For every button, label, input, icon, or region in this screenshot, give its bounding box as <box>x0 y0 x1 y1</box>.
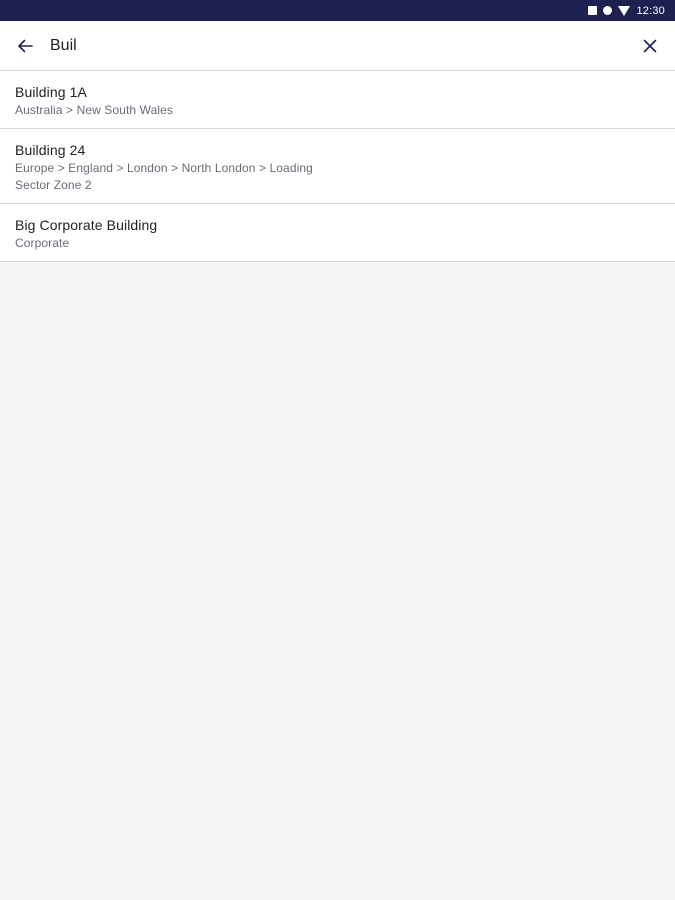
clear-button[interactable] <box>625 21 675 71</box>
search-input[interactable] <box>50 30 625 61</box>
status-time: 12:30 <box>636 4 665 17</box>
result-title: Building 1A <box>15 84 87 100</box>
close-icon <box>643 39 657 52</box>
result-item-building-1a[interactable]: Building 1A Australia > New South Wales <box>0 71 675 129</box>
result-location: Corporate <box>15 236 70 250</box>
circle-icon <box>603 6 613 15</box>
result-title: Big Corporate Building <box>15 217 158 233</box>
back-button[interactable] <box>0 21 50 71</box>
arrow-left-icon <box>18 39 33 52</box>
result-title: Building 24 <box>15 142 86 158</box>
result-location: Europe > England > London > North London… <box>15 161 313 175</box>
result-location-detail: Sector Zone 2 <box>15 178 92 192</box>
result-item-big-corporate-building[interactable]: Big Corporate Building Corporate <box>0 204 675 262</box>
result-location: Australia > New South Wales <box>15 103 173 117</box>
results-list: Building 1A Australia > New South Wales … <box>0 71 675 262</box>
status-bar: 12:30 <box>0 0 675 21</box>
search-bar <box>0 21 675 71</box>
square-icon <box>588 6 598 15</box>
wifi-icon <box>618 5 631 16</box>
result-item-building-24[interactable]: Building 24 Europe > England > London > … <box>0 129 675 204</box>
